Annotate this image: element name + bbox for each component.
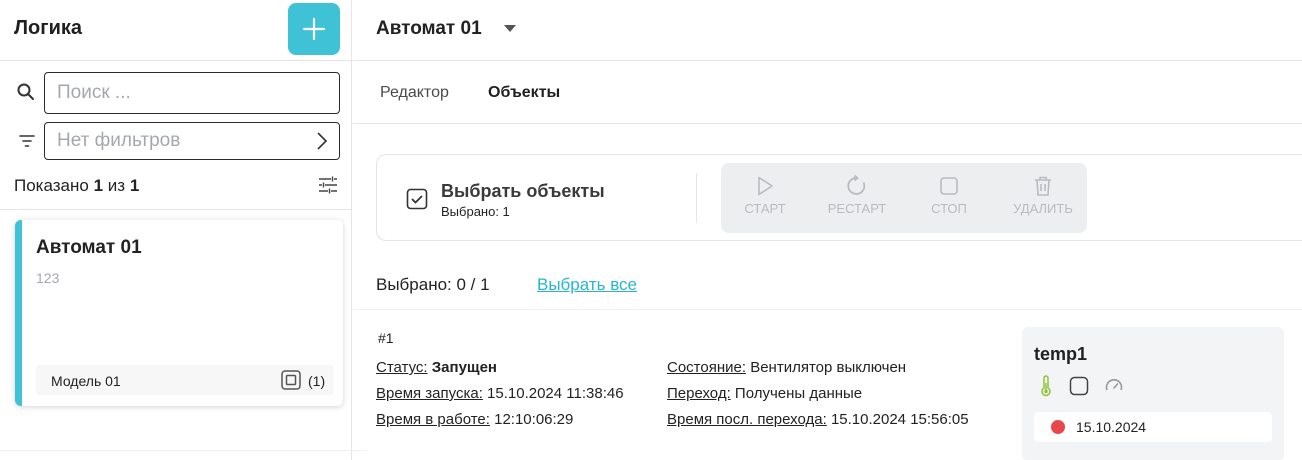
last-transition-value: 15.10.2024 15:56:05 [830, 411, 969, 428]
plus-icon [302, 17, 326, 41]
state-value: Вентилятор выключен [750, 359, 907, 376]
tune-icon[interactable] [318, 176, 338, 194]
start-label: СТАРТ [744, 201, 786, 216]
tab-bar: Редактор Объекты [353, 62, 1302, 124]
stop-icon [940, 177, 958, 195]
thermometer-icon [1041, 375, 1051, 397]
state-label: Состояние: [667, 359, 747, 376]
object-number: #1 [378, 330, 394, 346]
action-panel: Выбрать объекты Выбрано: 1 СТАРТ РЕСТАРТ… [376, 154, 1302, 241]
launch-time-value: 15.10.2024 11:38:46 [487, 385, 624, 402]
card-footer: Модель 01 (1) [36, 365, 334, 395]
square-icon [1069, 376, 1089, 396]
last-transition-field: Время посл. перехода: 15.10.2024 15:56:0… [667, 411, 969, 428]
sidebar-bottom-line [0, 450, 366, 451]
logic-card[interactable]: Автомат 01 123 Модель 01 (1) [15, 220, 343, 406]
tab-objects[interactable]: Объекты [488, 84, 560, 102]
status-dot [1051, 420, 1065, 434]
select-all-link[interactable]: Выбрать все [537, 275, 637, 295]
trash-icon [1035, 176, 1051, 196]
object-instance-icon [281, 370, 301, 390]
filter-field[interactable]: Нет фильтров [44, 122, 340, 160]
stop-label: СТОП [931, 201, 967, 216]
gauge-icon [1105, 379, 1123, 391]
delete-button[interactable]: УДАЛИТЬ [1003, 163, 1083, 233]
selection-summary: Выбрано: 0 / 1 [376, 275, 490, 294]
sidebar-title: Логика [14, 17, 83, 39]
card-description: 123 [36, 270, 60, 286]
sensor-status-box: 15.10.2024 [1034, 412, 1272, 442]
state-field: Состояние: Вентилятор выключен [667, 359, 906, 376]
transition-label: Переход: [667, 385, 731, 402]
sidebar: Логика Нет фильтров Показано 1 из 1 Авто… [0, 0, 366, 460]
page-title: Автомат 01 [376, 18, 482, 39]
launch-time-field: Время запуска: 15.10.2024 11:38:46 [376, 385, 624, 402]
sensor-card[interactable]: temp1 15.10.2024 [1022, 327, 1284, 460]
shown-prefix: Показано [14, 176, 89, 195]
runtime-field: Время в работе: 12:10:06:29 [376, 411, 573, 428]
play-icon [758, 176, 773, 196]
sidebar-header: Логика [0, 0, 352, 61]
transition-field: Переход: Получены данные [667, 385, 862, 402]
restart-button[interactable]: РЕСТАРТ [821, 163, 893, 233]
selected-count: Выбрано: 1 [441, 204, 510, 219]
restart-icon [847, 175, 866, 195]
runtime-value: 12:10:06:29 [494, 411, 574, 428]
status-value: Запущен [431, 359, 497, 376]
filter-icon [19, 135, 35, 147]
select-objects-label[interactable]: Выбрать объекты [441, 181, 605, 202]
search-icon [17, 83, 34, 100]
shown-of: из [107, 176, 126, 195]
filter-placeholder: Нет фильтров [57, 130, 181, 151]
status-field: Статус: Запущен [376, 359, 497, 376]
sidebar-divider [0, 209, 352, 210]
chevron-right-icon [317, 132, 328, 150]
card-model: Модель 01 [51, 373, 121, 389]
action-button-group: СТАРТ РЕСТАРТ СТОП УДАЛИТЬ [721, 163, 1087, 233]
start-button[interactable]: СТАРТ [735, 163, 795, 233]
add-button[interactable] [288, 3, 340, 55]
last-transition-label: Время посл. перехода: [667, 411, 827, 428]
stop-button[interactable]: СТОП [917, 163, 981, 233]
card-accent [15, 220, 22, 406]
transition-value: Получены данные [734, 385, 863, 402]
checkbox-checked-icon[interactable] [406, 188, 428, 210]
shown-total-value: 1 [129, 176, 140, 195]
restart-label: РЕСТАРТ [827, 201, 887, 216]
launch-time-label: Время запуска: [376, 385, 483, 402]
runtime-label: Время в работе: [376, 411, 490, 428]
main-area: Автомат 01 Редактор Объекты Выбрать объе… [353, 0, 1302, 460]
filter-row: Нет фильтров [16, 122, 340, 160]
sensor-date: 15.10.2024 [1076, 419, 1147, 435]
object-row[interactable]: #1 Статус: Запущен Время запуска: 15.10.… [353, 309, 1302, 460]
main-header: Автомат 01 [353, 0, 1302, 61]
shown-count: Показано 1 из 1 [14, 176, 139, 196]
delete-label: УДАЛИТЬ [1013, 201, 1073, 216]
card-count: (1) [308, 373, 326, 389]
sensor-name: temp1 [1034, 344, 1088, 364]
status-label: Статус: [376, 359, 428, 376]
search-input[interactable] [44, 72, 340, 114]
card-title: Автомат 01 [36, 237, 142, 258]
tab-editor[interactable]: Редактор [380, 84, 449, 102]
search-row [16, 72, 340, 114]
caret-down-icon[interactable] [504, 25, 516, 33]
shown-count-value: 1 [93, 176, 104, 195]
panel-divider [696, 173, 697, 223]
